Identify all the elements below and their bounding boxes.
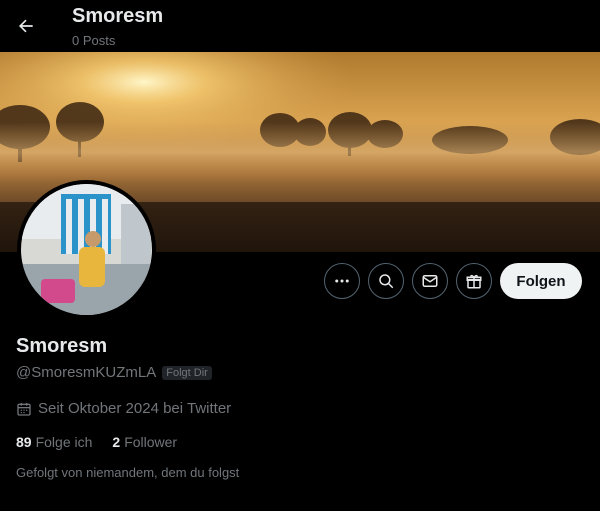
- following-link[interactable]: 89 Folge ich: [16, 434, 92, 450]
- follow-button[interactable]: Folgen: [500, 263, 582, 299]
- search-icon: [379, 274, 394, 289]
- calendar-icon: [17, 402, 31, 416]
- more-button[interactable]: [324, 263, 360, 299]
- mail-icon: [422, 275, 438, 287]
- gift-button[interactable]: [456, 263, 492, 299]
- followers-link[interactable]: 2 Follower: [112, 434, 177, 450]
- following-count: 89: [16, 434, 32, 450]
- top-bar: Smoresm 0 Posts: [0, 0, 600, 52]
- follow-stats: 89 Folge ich 2 Follower: [16, 434, 177, 450]
- search-button[interactable]: [368, 263, 404, 299]
- profile-actions: Folgen: [0, 263, 600, 299]
- message-button[interactable]: [412, 263, 448, 299]
- header-title: Smoresm: [72, 5, 164, 27]
- back-button[interactable]: [8, 8, 44, 44]
- user-handle: @SmoresmKUZmLA: [16, 364, 157, 381]
- arrow-left-icon: [19, 19, 33, 33]
- follows-you-badge: Folgt Dir: [162, 365, 212, 380]
- joined-row: Seit Oktober 2024 bei Twitter: [16, 400, 231, 417]
- more-horizontal-icon: [335, 279, 349, 283]
- joined-date: Seit Oktober 2024 bei Twitter: [38, 400, 232, 417]
- display-name: Smoresm: [16, 335, 108, 357]
- posts-count: 0 Posts: [72, 33, 116, 48]
- followed-by-text: Gefolgt von niemandem, dem du folgst: [16, 465, 240, 480]
- handle-row: @SmoresmKUZmLA Folgt Dir: [16, 364, 212, 381]
- gift-icon: [466, 274, 482, 289]
- followers-label: Follower: [124, 434, 178, 450]
- following-label: Folge ich: [35, 434, 93, 450]
- followers-count: 2: [112, 434, 121, 450]
